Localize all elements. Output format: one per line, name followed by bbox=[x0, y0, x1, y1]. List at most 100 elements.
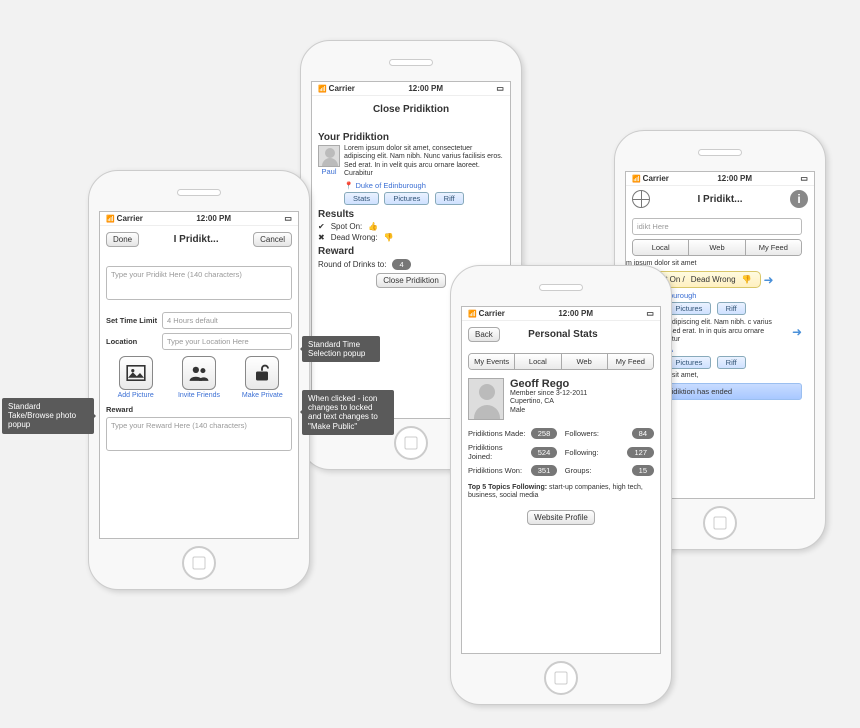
riff-button[interactable]: Riff bbox=[717, 356, 746, 369]
made-badge: 258 bbox=[531, 428, 558, 439]
add-picture-label: Add Picture bbox=[106, 392, 165, 399]
vote-dead-wrong-label: Dead Wrong bbox=[691, 275, 736, 284]
stats-button[interactable]: Stats bbox=[344, 192, 379, 205]
battery-icon: ▭ bbox=[800, 174, 808, 183]
cancel-button[interactable]: Cancel bbox=[253, 232, 292, 247]
profile-city: Cupertino, CA bbox=[510, 398, 587, 406]
close-pridiktion-button[interactable]: Close Pridiktion bbox=[376, 273, 446, 288]
thumbs-up-icon: 👍 bbox=[368, 222, 378, 231]
time-limit-input[interactable]: 4 Hours default bbox=[162, 312, 292, 329]
callout-time: Standard Time Selection popup bbox=[302, 336, 380, 362]
following-label: Following: bbox=[565, 448, 599, 457]
status-bar: Carrier 12:00 PM ▭ bbox=[100, 212, 298, 226]
unlock-icon bbox=[245, 356, 279, 390]
riff-button[interactable]: Riff bbox=[717, 302, 746, 315]
tab-local[interactable]: Local bbox=[633, 240, 689, 255]
location-input[interactable]: Type your Location Here bbox=[162, 333, 292, 350]
page-title: Close Pridiktion bbox=[318, 104, 504, 115]
carrier-label: Carrier bbox=[318, 84, 355, 93]
clock-label: 12:00 PM bbox=[408, 84, 443, 93]
carrier-label: Carrier bbox=[468, 309, 505, 318]
friends-icon bbox=[182, 356, 216, 390]
your-pridiktion-heading: Your Pridiktion bbox=[318, 132, 504, 143]
topics-label: Top 5 Topics Following: bbox=[468, 484, 547, 491]
home-button[interactable] bbox=[394, 426, 428, 460]
home-button[interactable] bbox=[703, 506, 737, 540]
joined-label: Pridiktions Joined: bbox=[468, 443, 527, 461]
pictures-button[interactable]: Pictures bbox=[666, 356, 711, 369]
clock-label: 12:00 PM bbox=[717, 174, 752, 183]
avatar bbox=[468, 378, 504, 420]
page-title: I Pridikt... bbox=[650, 194, 790, 205]
tab-web[interactable]: Web bbox=[689, 240, 745, 255]
groups-badge: 15 bbox=[632, 465, 654, 476]
disclosure-icon[interactable]: ➜ bbox=[764, 273, 774, 287]
page-title: Personal Stats bbox=[500, 329, 626, 340]
reward-label: Reward bbox=[106, 405, 292, 414]
pictures-button[interactable]: Pictures bbox=[384, 192, 429, 205]
home-button[interactable] bbox=[182, 546, 216, 580]
callout-photo: Standard Take/Browse photo popup bbox=[2, 398, 94, 434]
reward-input[interactable]: Type your Reward Here (140 characters) bbox=[106, 417, 292, 451]
picture-icon bbox=[119, 356, 153, 390]
battery-icon: ▭ bbox=[284, 214, 292, 223]
reward-heading: Reward bbox=[318, 246, 504, 257]
reward-count-badge: 4 bbox=[392, 259, 410, 270]
carrier-label: Carrier bbox=[632, 174, 669, 183]
pictures-button[interactable]: Pictures bbox=[666, 302, 711, 315]
tab-web[interactable]: Web bbox=[562, 354, 608, 369]
groups-label: Groups: bbox=[565, 466, 592, 475]
member-since: Member since 3-12-2011 bbox=[510, 390, 587, 398]
done-button[interactable]: Done bbox=[106, 232, 139, 247]
spot-on-row: ✔ Spot On: 👍 bbox=[318, 222, 504, 231]
avatar bbox=[318, 145, 340, 167]
status-bar: Carrier 12:00 PM ▭ bbox=[462, 307, 660, 321]
pridikt-input[interactable]: Type your Pridikt Here (140 characters) bbox=[106, 266, 292, 300]
location-label: Location bbox=[106, 337, 158, 346]
following-badge: 127 bbox=[627, 447, 654, 458]
followers-badge: 84 bbox=[632, 428, 654, 439]
battery-icon: ▭ bbox=[646, 309, 654, 318]
make-private-button[interactable]: Make Private bbox=[233, 356, 292, 399]
won-badge: 351 bbox=[531, 465, 558, 476]
invite-friends-button[interactable]: Invite Friends bbox=[169, 356, 228, 399]
results-heading: Results bbox=[318, 209, 504, 220]
invite-friends-label: Invite Friends bbox=[169, 392, 228, 399]
make-private-label: Make Private bbox=[233, 392, 292, 399]
callout-private: When clicked - icon changes to locked an… bbox=[302, 390, 394, 435]
globe-icon[interactable] bbox=[632, 190, 650, 208]
thumbs-down-icon: 👎 bbox=[384, 233, 394, 242]
won-label: Pridiktions Won: bbox=[468, 466, 522, 475]
back-button[interactable]: Back bbox=[468, 327, 500, 342]
dead-wrong-row: ✖ Dead Wrong: 👎 bbox=[318, 233, 504, 242]
home-button[interactable] bbox=[544, 661, 578, 695]
pridiktion-body: Lorem ipsum dolor sit amet, consectetuer… bbox=[344, 145, 504, 179]
location-pin[interactable]: 📍 Duke of Edinburough bbox=[344, 181, 504, 190]
stats-tabs: My Events Local Web My Feed bbox=[468, 353, 654, 370]
tab-my-feed[interactable]: My Feed bbox=[746, 240, 801, 255]
search-input[interactable]: idikt Here bbox=[632, 218, 802, 235]
disclosure-icon[interactable]: ➜ bbox=[792, 325, 802, 339]
info-icon[interactable]: i bbox=[790, 190, 808, 208]
website-profile-button[interactable]: Website Profile bbox=[527, 510, 595, 525]
add-picture-button[interactable]: Add Picture bbox=[106, 356, 165, 399]
tab-my-feed[interactable]: My Feed bbox=[608, 354, 653, 369]
battery-icon: ▭ bbox=[496, 84, 504, 93]
user-name-link[interactable]: Paul bbox=[318, 167, 340, 176]
dead-wrong-label: Dead Wrong: bbox=[331, 233, 378, 242]
followers-label: Followers: bbox=[565, 429, 599, 438]
time-limit-label: Set Time Limit bbox=[106, 316, 158, 325]
clock-label: 12:00 PM bbox=[558, 309, 593, 318]
thumbs-down-icon: 👎 bbox=[742, 275, 752, 284]
tab-my-events[interactable]: My Events bbox=[469, 354, 515, 369]
page-title: I Pridikt... bbox=[139, 234, 253, 245]
carrier-label: Carrier bbox=[106, 214, 143, 223]
feed-tabs: Local Web My Feed bbox=[632, 239, 802, 256]
status-bar: Carrier 12:00 PM ▭ bbox=[626, 172, 814, 186]
spot-on-label: Spot On: bbox=[331, 222, 363, 231]
made-label: Pridiktions Made: bbox=[468, 429, 526, 438]
profile-name: Geoff Rego bbox=[510, 378, 587, 390]
reward-text: Round of Drinks to: bbox=[318, 260, 386, 269]
tab-local[interactable]: Local bbox=[515, 354, 561, 369]
riff-button[interactable]: Riff bbox=[435, 192, 464, 205]
